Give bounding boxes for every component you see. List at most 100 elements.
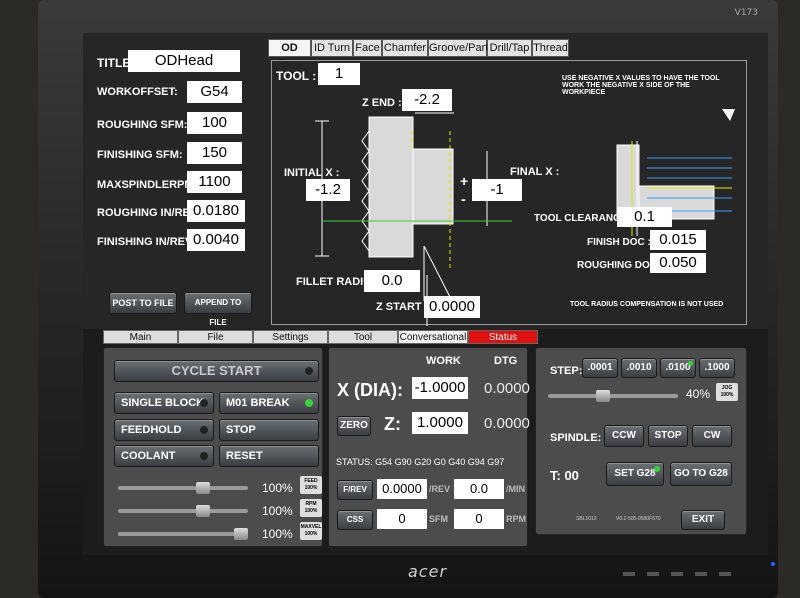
jog-spindle-panel: STEP: .0001 .0010 .0100 .1000 40% JOG 10…	[535, 347, 747, 535]
spindle-stop-button[interactable]: STOP	[648, 425, 688, 447]
m01-break-led	[305, 399, 313, 407]
tool-field[interactable]: 1	[318, 63, 360, 85]
roughing-in-rev-field[interactable]: 0.0180	[187, 200, 245, 222]
tab-status[interactable]: Status	[468, 330, 538, 344]
conversational-area: TITLE: ODHead WORKOFFSET: G54 ROUGHING S…	[83, 33, 768, 329]
fillet-leader	[423, 245, 453, 302]
finish-doc-label: FINISH DOC :	[587, 237, 651, 248]
step-0010-button[interactable]: .0010	[621, 358, 657, 378]
x-axis-label: X (DIA):	[337, 380, 403, 400]
reset-button[interactable]: RESET	[219, 445, 319, 467]
finishing-sfm-label: FINISHING SFM:	[97, 149, 183, 161]
f-rev-button[interactable]: F/REV	[337, 480, 373, 500]
final-x-label: FINAL X :	[510, 166, 560, 178]
tab-main[interactable]: Main	[103, 330, 178, 344]
tab-thread[interactable]: Thread	[532, 39, 569, 57]
zero-button[interactable]: ZERO	[337, 416, 371, 436]
single-block-button[interactable]: SINGLE BLOCK	[114, 392, 214, 414]
initial-x-field[interactable]: -1.2	[306, 179, 350, 201]
step-label: STEP:	[550, 365, 583, 377]
css-button[interactable]: CSS	[337, 510, 373, 530]
tab-chamfer[interactable]: Chamfer	[382, 39, 428, 57]
fillet-radius-field[interactable]: 0.0	[364, 270, 420, 292]
workoffset-field[interactable]: G54	[187, 81, 242, 103]
feedhold-button[interactable]: FEEDHOLD	[114, 419, 214, 441]
finishing-in-rev-label: FINISHING IN/REV :	[97, 236, 200, 248]
initial-x-label: INITIAL X :	[284, 167, 340, 179]
spindle-ccw-button[interactable]: CCW	[604, 425, 644, 447]
min-unit: /MIN	[506, 484, 525, 494]
step-0001-button[interactable]: .0001	[582, 358, 618, 378]
go-to-g28-button[interactable]: GO TO G28	[670, 462, 732, 486]
set-g28-led	[654, 466, 660, 472]
coolant-led	[200, 452, 208, 460]
feed-slider-knob[interactable]	[196, 482, 210, 494]
feed-reset-button[interactable]: FEED 100%	[300, 476, 322, 494]
roughing-doc-field[interactable]: 0.050	[650, 253, 706, 273]
tab-conversational[interactable]: Conversational	[398, 330, 468, 344]
gcode-status: STATUS: G54 G90 G20 G0 G40 G94 G97	[336, 457, 505, 467]
feed-override-slider[interactable]	[118, 482, 248, 494]
z-axis-label: Z:	[384, 414, 401, 434]
jog-slider-knob[interactable]	[596, 390, 610, 402]
max-spindle-rpm-field[interactable]: 1100	[187, 171, 242, 193]
monitor-controls	[623, 572, 731, 576]
z-work-field[interactable]: 1.0000	[412, 412, 468, 434]
tab-id-turn[interactable]: ID Turn	[311, 39, 353, 57]
z-end-label: Z END :	[362, 97, 402, 109]
finish-doc-field[interactable]: 0.015	[650, 230, 706, 250]
tab-file[interactable]: File	[178, 330, 253, 344]
maxvel-slider-knob[interactable]	[234, 528, 248, 540]
tab-od-turn[interactable]: OD Turn	[268, 39, 311, 70]
roughing-sfm-field[interactable]: 100	[187, 112, 242, 134]
spindle-cw-button[interactable]: CW	[692, 425, 732, 447]
maxvel-reset-button[interactable]: MAXVEL 100%	[300, 522, 322, 540]
m01-break-button[interactable]: M01 BREAK	[219, 392, 319, 414]
rpm-reset-button[interactable]: RPM 100%	[300, 499, 322, 517]
tab-settings[interactable]: Settings	[253, 330, 328, 344]
stop-button[interactable]: STOP	[219, 419, 319, 441]
sfm-field[interactable]: 0	[377, 509, 427, 529]
z-start-label: Z START :	[376, 301, 429, 313]
tab-face[interactable]: Face	[353, 39, 382, 57]
feed-override-value: 100%	[262, 481, 293, 495]
finishing-in-rev-field[interactable]: 0.0040	[187, 229, 245, 251]
version-id: V0.2-505-0580F670	[616, 516, 661, 522]
post-to-file-button[interactable]: POST TO FILE	[109, 292, 177, 314]
chuck-hatch	[361, 130, 370, 252]
tab-drill-tap[interactable]: Drill/Tap	[487, 39, 532, 57]
exit-button[interactable]: EXIT	[681, 510, 725, 530]
coolant-button[interactable]: COOLANT	[114, 445, 214, 467]
m01-break-label: M01 BREAK	[226, 397, 290, 409]
z-end-field[interactable]: -2.2	[402, 89, 452, 111]
step-1000-button[interactable]: .1000	[699, 358, 735, 378]
negative-x-note: USE NEGATIVE X VALUES TO HAVE THE TOOL W…	[562, 75, 720, 96]
tab-groove-part[interactable]: Groove/Part	[428, 39, 488, 57]
maxvel-override-slider[interactable]	[118, 528, 248, 540]
cycle-start-button[interactable]: CYCLE START	[114, 360, 319, 382]
step-0100-button[interactable]: .0100	[660, 358, 696, 378]
tool-clearance-field[interactable]: 0.1	[617, 207, 672, 227]
jog-speed-slider[interactable]	[548, 390, 678, 402]
final-x-field[interactable]: -1	[472, 179, 522, 201]
feed-per-min-field[interactable]: 0.0	[454, 479, 504, 499]
x-work-field[interactable]: -1.0000	[412, 377, 468, 399]
finishing-sfm-field[interactable]: 150	[187, 142, 242, 164]
rpm-field[interactable]: 0	[454, 509, 504, 529]
rpm-override-slider[interactable]	[118, 505, 248, 517]
tab-tool[interactable]: Tool	[328, 330, 398, 344]
rpm-slider-knob[interactable]	[196, 505, 210, 517]
tool-number: T: 00	[550, 468, 579, 483]
set-g28-button[interactable]: SET G28	[606, 462, 664, 486]
monitor-brand-logo: acer	[408, 562, 448, 581]
jog-reset-button[interactable]: JOG 100%	[716, 383, 738, 401]
feed-per-rev-field[interactable]: 0.0000	[377, 479, 427, 499]
sfm-unit: SFM	[429, 514, 448, 524]
title-field[interactable]: ODHead	[128, 50, 240, 72]
rpm-override-value: 100%	[262, 504, 293, 518]
append-to-file-button[interactable]: APPEND TO FILE	[184, 292, 252, 327]
z-dtg-value: 0.0000	[484, 415, 530, 432]
workoffset-label: WORKOFFSET:	[97, 86, 178, 98]
z-start-field[interactable]: 0.0000	[424, 296, 480, 318]
maxvel-override-value: 100%	[262, 527, 293, 541]
